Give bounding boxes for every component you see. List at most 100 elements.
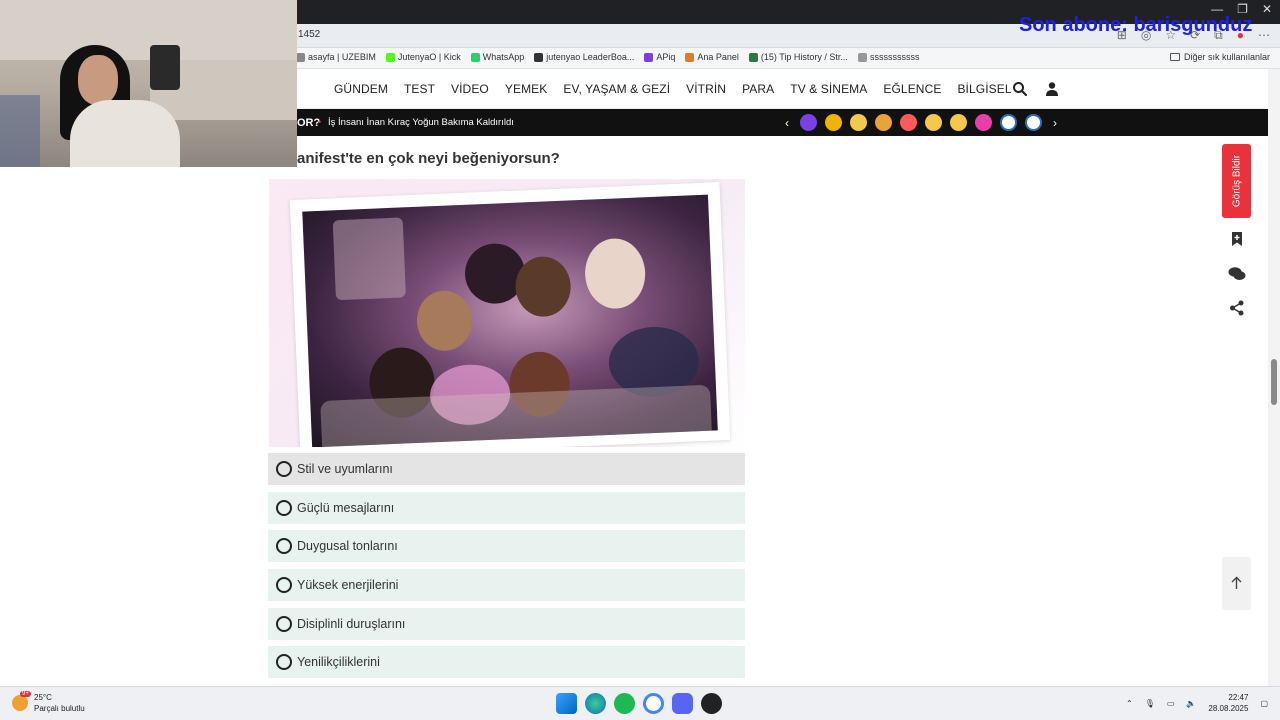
bookmark-favicon-icon (748, 52, 758, 62)
bookmark-label: sssssssssss (869, 52, 920, 62)
radio-icon[interactable] (276, 577, 292, 594)
user-icon[interactable] (1045, 81, 1059, 97)
quiz-image-frame (269, 179, 745, 447)
edge-icon[interactable] (585, 693, 606, 714)
back-to-top-button[interactable] (1222, 557, 1251, 610)
nav-item[interactable]: BİLGİSEL (957, 82, 1011, 96)
reaction-emoji-icon[interactable] (875, 114, 892, 131)
share-icon[interactable] (1227, 298, 1247, 318)
clock-date: 28.08.2025 (1208, 704, 1249, 713)
quiz-options: Stil ve uyumlarını Güçlü mesajlarını Duygu… (268, 453, 745, 685)
nav-item[interactable]: YEMEK (505, 82, 548, 96)
screen: — ❐ ✕ 1452 ⊞ ◎ ☆ ⟳ ⧉ ● ⋯ asayfa | UZEBIM… (0, 0, 1280, 720)
bookmark-item[interactable]: Ana Panel (685, 52, 739, 62)
reaction-emoji-icon[interactable] (950, 114, 967, 131)
tray-chevron-icon[interactable]: ⌃ (1126, 699, 1133, 708)
quiz-option[interactable]: Disiplinli duruşlarını (268, 607, 745, 640)
bookmark-favicon-icon (385, 52, 395, 62)
quiz-question: anifest'te en çok neyi beğeniyorsun? (297, 150, 560, 167)
clock[interactable]: 22:47 28.08.2025 (1208, 692, 1248, 714)
network-icon[interactable]: ▭ (1167, 699, 1175, 708)
google-icon[interactable] (643, 693, 664, 714)
bookmark-item[interactable]: asayfa | UZEBIM (296, 52, 376, 62)
feedback-label: Görüş Bildir (1231, 154, 1242, 208)
feedback-button[interactable]: Görüş Bildir (1222, 144, 1251, 218)
notifications-icon[interactable]: ▢ (1260, 699, 1268, 708)
bookmark-item[interactable]: (15) Tip History / Str... (748, 52, 848, 62)
discord-icon[interactable] (672, 693, 693, 714)
os-taskbar: 9+ 25°C Parçalı bulutlu ⌃ 🎙 ▭ 🔈 22:47 28… (0, 686, 1280, 720)
quiz-option-label: Yüksek enerjilerini (297, 578, 399, 593)
nav-item[interactable]: GÜNDEM (334, 82, 388, 96)
nav-item[interactable]: VİTRİN (686, 82, 726, 96)
quiz-option[interactable]: Duygusal tonlarını (268, 530, 745, 563)
weather-condition: Parçalı bulutlu (34, 704, 85, 713)
close-icon[interactable]: ✕ (1262, 2, 1272, 16)
radio-icon[interactable] (276, 461, 292, 477)
bookmark-item[interactable]: jutenyao LeaderBoa... (534, 52, 634, 62)
scrollbar-thumb[interactable] (1271, 359, 1277, 405)
webcam-overlay (0, 0, 297, 167)
bookmark-list: asayfa | UZEBIM JutenyaO | Kick WhatsApp ju… (296, 52, 919, 62)
system-tray: ⌃ 🎙 ▭ 🔈 22:47 28.08.2025 ▢ (1126, 692, 1268, 714)
reaction-emoji-icon[interactable] (850, 114, 867, 131)
weather-widget[interactable]: 9+ 25°C Parçalı bulutlu (12, 691, 85, 714)
microphone-icon[interactable]: 🎙 (1145, 699, 1155, 708)
clock-time: 22:47 (1228, 693, 1249, 702)
bookmark-item[interactable]: WhatsApp (470, 52, 524, 62)
bookmark-label: Ana Panel (697, 52, 739, 62)
temperature: 25°C (34, 693, 52, 702)
nav-item[interactable]: EV, YAŞAM & GEZİ (563, 82, 670, 96)
bookmark-favicon-icon (685, 52, 695, 62)
bookmark-favicon-icon (296, 52, 305, 62)
reaction-emoji-icon[interactable] (800, 114, 817, 131)
nav-item[interactable]: EĞLENCE (883, 82, 941, 96)
quiz-option[interactable]: Güçlü mesajlarını (268, 491, 745, 524)
reaction-emoji-icon[interactable] (975, 114, 992, 131)
search-icon[interactable] (1012, 81, 1028, 97)
more-menu-icon[interactable]: ⋯ (1258, 28, 1270, 43)
radio-icon[interactable] (276, 538, 292, 555)
volume-icon[interactable]: 🔈 (1186, 699, 1196, 708)
bookmark-item[interactable]: sssssssssss (857, 52, 920, 62)
bookmark-item[interactable]: JutenyaO | Kick (385, 52, 461, 62)
last-subscriber-overlay: Son abone: barisgunduz (1019, 14, 1253, 36)
nav-item[interactable]: VİDEO (451, 82, 489, 96)
reaction-emoji-icon[interactable] (1025, 114, 1042, 131)
start-icon[interactable] (556, 693, 577, 714)
quiz-option[interactable]: Yüksek enerjilerini (268, 569, 745, 602)
bookmark-add-icon[interactable] (1227, 229, 1247, 249)
radio-icon[interactable] (276, 654, 292, 671)
quiz-option[interactable]: Stil ve uyumlarını (268, 453, 745, 485)
bookmark-label: (15) Tip History / Str... (760, 52, 848, 62)
reaction-emoji-icon[interactable] (925, 114, 942, 131)
ticker-bullet-icon: • (318, 117, 322, 127)
obs-icon[interactable] (701, 693, 722, 714)
carousel-prev-icon[interactable]: ‹ (782, 116, 792, 130)
spotify-icon[interactable] (614, 693, 635, 714)
other-bookmarks-label: Diğer sık kullanılanlar (1183, 52, 1270, 62)
page-scrollbar[interactable] (1268, 69, 1280, 686)
radio-icon[interactable] (276, 499, 292, 516)
reaction-emoji-icon[interactable] (825, 114, 842, 131)
bookmark-label: jutenyao LeaderBoa... (546, 52, 635, 62)
other-bookmarks[interactable]: Diğer sık kullanılanlar (1169, 52, 1270, 62)
arrow-up-icon (1231, 576, 1242, 589)
weather-sun-icon: 9+ (12, 691, 31, 711)
url-text[interactable]: 1452 (298, 29, 320, 40)
reaction-emoji-icon[interactable] (1000, 114, 1017, 131)
nav-menu: GÜNDEM TEST VİDEO YEMEK EV, YAŞAM & GEZİ VİTR… (334, 82, 1012, 96)
reaction-emoji-icon[interactable] (900, 114, 917, 131)
comments-icon[interactable] (1227, 264, 1247, 284)
ticker-headline[interactable]: İş İnsanı İnan Kıraç Yoğun Bakıma Kaldır… (328, 117, 514, 128)
nav-item[interactable]: TV & SİNEMA (790, 82, 867, 96)
bookmark-item[interactable]: APiq (644, 52, 675, 62)
nav-item[interactable]: TEST (404, 82, 435, 96)
radio-icon[interactable] (276, 615, 292, 632)
quiz-option-label: Disiplinli duruşlarını (297, 616, 406, 631)
carousel-next-icon[interactable]: › (1050, 116, 1060, 130)
nav-item[interactable]: PARA (742, 82, 774, 96)
reaction-carousel: ‹ › (782, 114, 1060, 131)
quiz-option[interactable]: Yenilikçiliklerini (268, 646, 745, 679)
bookmark-label: asayfa | UZEBIM (308, 52, 376, 62)
